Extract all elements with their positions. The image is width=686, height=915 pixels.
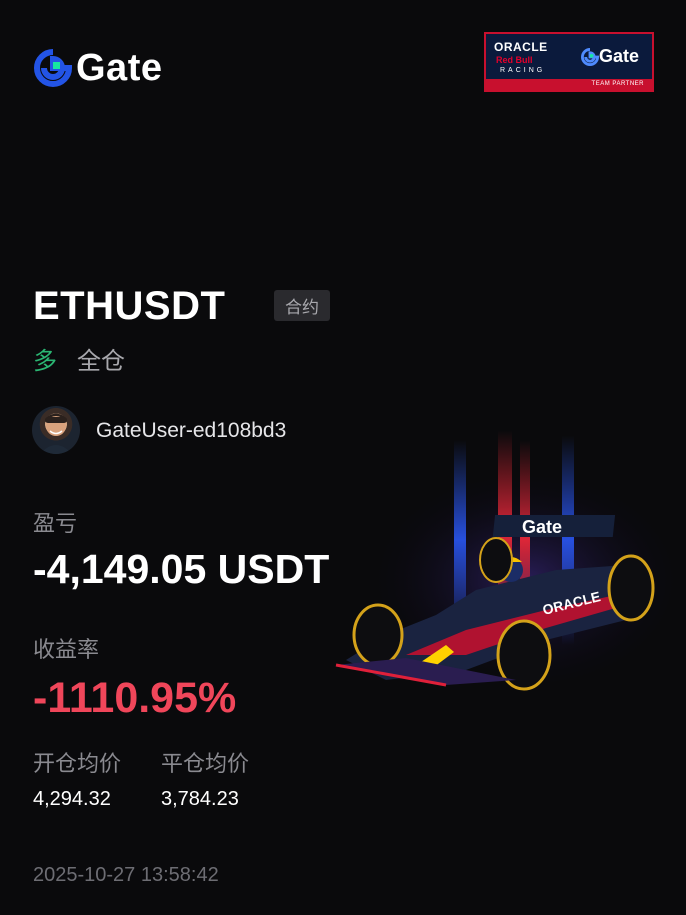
partner-footer: TEAM PARTNER: [486, 79, 652, 90]
team-partner-badge: ORACLE Red Bull RACING Gate TEAM PARTNER: [484, 32, 654, 92]
contract-tag: 合约: [274, 290, 330, 321]
roi-label: 收益率: [33, 637, 100, 662]
partner-redbull: Red Bull: [496, 55, 533, 65]
partner-oracle: ORACLE: [494, 40, 548, 54]
gate-logo: Gate: [34, 46, 162, 90]
close-price-label: 平仓均价: [161, 751, 250, 776]
partner-gate-logo: Gate: [581, 46, 639, 67]
open-price-label: 开仓均价: [33, 751, 122, 776]
svg-text:Gate: Gate: [522, 517, 562, 537]
partner-gate-text: Gate: [599, 46, 640, 66]
gate-small-icon: [581, 47, 599, 66]
partner-racing: RACING: [500, 67, 546, 74]
timestamp: 2025-10-27 13:58:42: [33, 864, 219, 886]
margin-mode: 全仓: [77, 348, 125, 375]
pnl-label: 盈亏: [33, 511, 78, 536]
f1-car-illustration: Gate ORACLE: [326, 430, 686, 720]
gate-logo-icon: [34, 49, 72, 87]
user-avatar: [32, 406, 80, 454]
position-side: 多: [33, 348, 57, 375]
username: GateUser-ed108bd3: [96, 419, 287, 442]
close-price-value: 3,784.23: [161, 788, 239, 810]
pnl-value: -4,149.05 USDT: [33, 546, 330, 592]
trading-pair: ETHUSDT: [33, 284, 226, 328]
open-price-value: 4,294.32: [33, 788, 111, 810]
gate-logo-text: Gate: [76, 46, 163, 89]
roi-value: -1110.95%: [33, 674, 237, 722]
